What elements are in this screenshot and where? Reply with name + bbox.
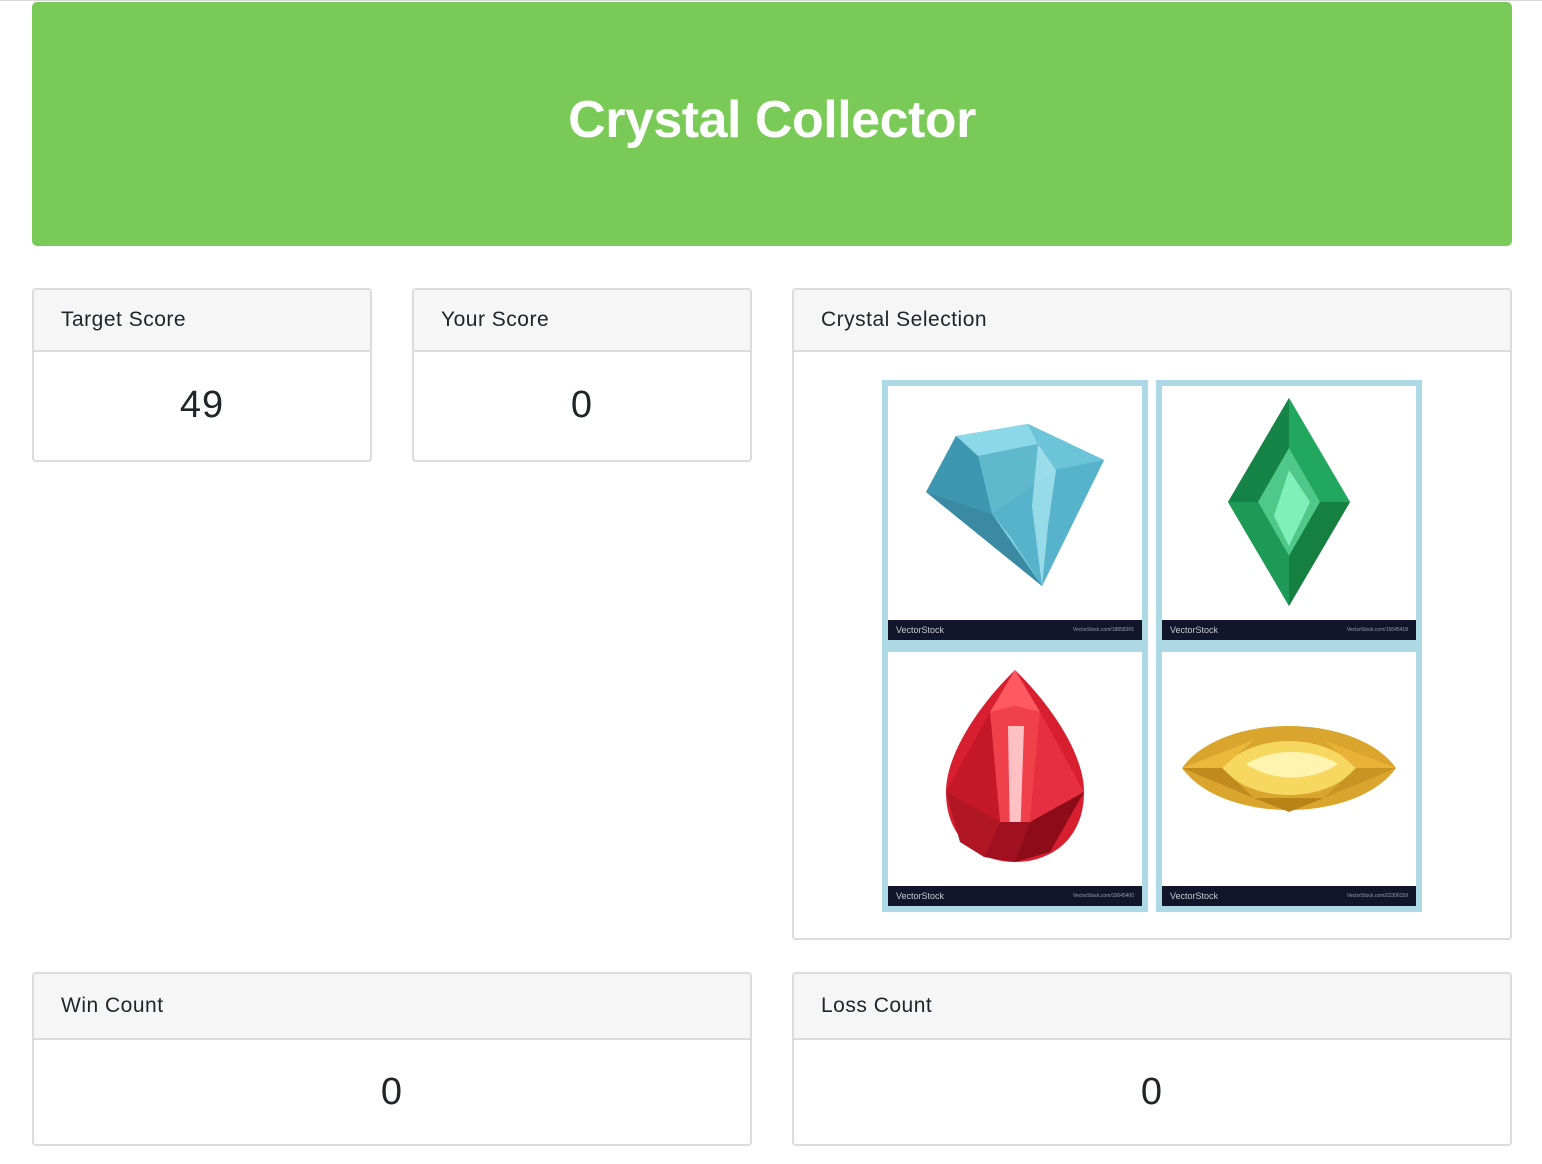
target-score-card: Target Score 49 <box>32 288 372 462</box>
win-count-label: Win Count <box>34 974 750 1040</box>
win-count-value: 0 <box>380 1070 404 1113</box>
crystal-button-red[interactable]: VectorStock VectorStock.com/15645400 <box>882 646 1148 912</box>
crystal-button-blue[interactable]: VectorStock VectorStock.com/18858365 <box>882 380 1148 646</box>
crystal-selection-label: Crystal Selection <box>794 290 1510 352</box>
loss-count-label: Loss Count <box>794 974 1510 1040</box>
header-banner: Crystal Collector <box>32 2 1512 246</box>
crystal-button-yellow[interactable]: VectorStock VectorStock.com/22306159 <box>1156 646 1422 912</box>
loss-count-card: Loss Count 0 <box>792 972 1512 1146</box>
crystal-button-green[interactable]: VectorStock VectorStock.com/15645418 <box>1156 380 1422 646</box>
blue-diamond-crystal-icon <box>926 424 1104 586</box>
your-score-value: 0 <box>570 383 594 426</box>
loss-count-value: 0 <box>1140 1070 1164 1113</box>
crystal-selection-card: Crystal Selection VectorStock VectorStoc… <box>792 288 1512 940</box>
watermark-bar: VectorStock VectorStock.com/18858365 <box>888 620 1142 640</box>
watermark-bar: VectorStock VectorStock.com/15645400 <box>888 886 1142 906</box>
watermark-bar: VectorStock VectorStock.com/22306159 <box>1162 886 1416 906</box>
red-ruby-crystal-icon <box>946 670 1084 862</box>
crystal-grid: VectorStock VectorStock.com/18858365 Vec… <box>882 380 1424 914</box>
green-emerald-crystal-icon <box>1228 398 1350 606</box>
your-score-label: Your Score <box>414 290 750 352</box>
win-count-card: Win Count 0 <box>32 972 752 1146</box>
target-score-label: Target Score <box>34 290 370 352</box>
your-score-card: Your Score 0 <box>412 288 752 462</box>
watermark-bar: VectorStock VectorStock.com/15645418 <box>1162 620 1416 640</box>
yellow-topaz-crystal-icon <box>1182 726 1396 812</box>
target-score-value: 49 <box>179 383 225 426</box>
page-title: Crystal Collector <box>568 91 976 149</box>
top-divider <box>0 0 1542 1</box>
